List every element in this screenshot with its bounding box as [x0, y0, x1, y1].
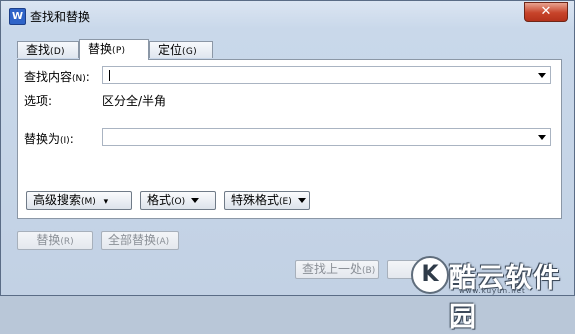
tab-replace[interactable]: 替换(P) — [79, 39, 149, 60]
watermark-k-icon: K — [411, 256, 449, 294]
find-previous-button[interactable]: 查找上一处(B) — [295, 260, 379, 279]
tab-replace-key: (P) — [112, 46, 126, 56]
replace-all-button[interactable]: 全部替换(A) — [101, 231, 179, 250]
tab-find-label: 查找 — [26, 43, 51, 57]
replace-label: 替换为(I): — [24, 132, 74, 146]
special-dropdown-icon — [297, 198, 306, 203]
replace-button[interactable]: 替换(R) — [17, 231, 93, 250]
tab-find[interactable]: 查找(D) — [17, 41, 79, 58]
find-dropdown-arrow-icon[interactable] — [538, 73, 546, 78]
text-caret — [109, 70, 110, 81]
tab-goto-label: 定位 — [158, 43, 183, 57]
tab-goto-key: (G) — [182, 47, 197, 57]
watermark-text: 酷云软件园 — [449, 263, 561, 333]
special-format-button[interactable]: 特殊格式(E) — [224, 191, 310, 210]
advanced-search-button[interactable]: 高级搜索(M) ▾ — [26, 191, 132, 210]
replace-dropdown-arrow-icon[interactable] — [538, 135, 546, 140]
watermark-url: www.kuyun.net — [459, 287, 526, 295]
find-input[interactable] — [102, 66, 551, 84]
tab-goto[interactable]: 定位(G) — [149, 41, 213, 58]
replace-panel: 查找内容(N): 选项: 区分全/半角 替换为(I): 高级搜索(M) ▾ 格式… — [17, 59, 562, 219]
find-label: 查找内容(N): — [24, 70, 90, 84]
options-label: 选项: — [24, 94, 53, 108]
window-title: 查找和替换 — [30, 10, 91, 24]
format-button[interactable]: 格式(O) — [140, 191, 216, 210]
tab-replace-label: 替换 — [88, 42, 113, 56]
close-icon: ✕ — [540, 4, 552, 19]
double-chevron-down-icon: ▾ — [103, 197, 109, 207]
watermark-logo: K 酷云软件园 www.kuyun.net — [401, 250, 575, 333]
options-value: 区分全/半角 — [102, 94, 167, 108]
wps-writer-icon: W — [9, 8, 26, 25]
title-bar: W 查找和替换 ✕ — [1, 1, 574, 29]
tab-find-key: (D) — [50, 47, 65, 57]
close-button[interactable]: ✕ — [524, 2, 568, 22]
replace-input[interactable] — [102, 128, 551, 146]
format-dropdown-icon — [191, 198, 200, 203]
